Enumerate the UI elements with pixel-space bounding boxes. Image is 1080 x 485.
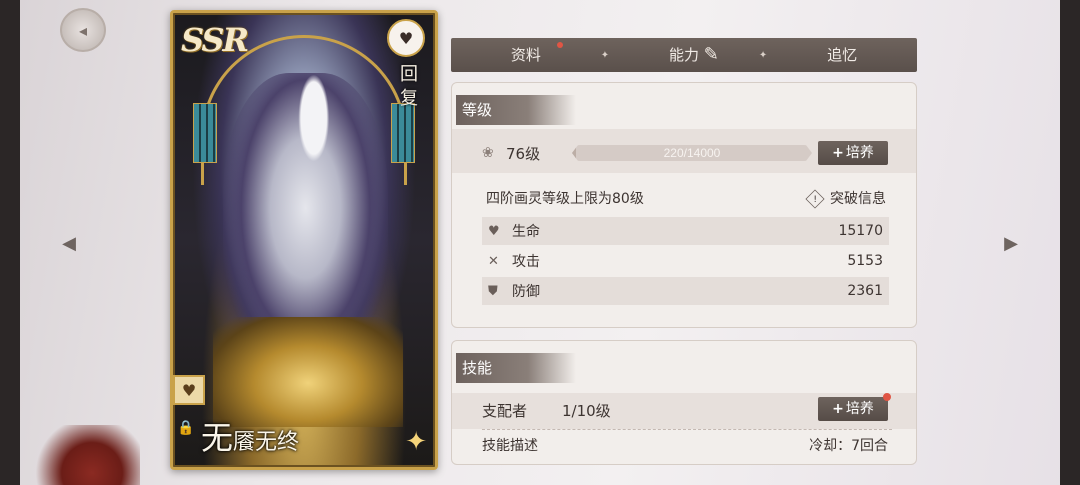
stat-row-defense: ⛊ 防御 2361	[482, 277, 889, 305]
skill-desc-label: 技能描述	[482, 438, 538, 454]
right-edge	[1060, 0, 1080, 485]
back-arrow-icon: ◂	[78, 20, 88, 40]
breakthrough-info-button[interactable]: ! 突破信息	[805, 187, 886, 211]
tab-profile-label: 资料	[510, 46, 541, 64]
tab-bar: 资料 ✦ 能力 ✎ ✦ 追忆	[451, 38, 917, 72]
skill-train-button[interactable]: + 培养	[818, 393, 891, 421]
stat-label: 攻击	[512, 254, 540, 270]
lotus-icon: ❀	[482, 145, 494, 161]
left-edge	[0, 0, 20, 485]
stat-row-attack: ✕ 攻击 5153	[482, 247, 889, 275]
skill-train-label: 培养	[845, 401, 874, 417]
breakthrough-label: 突破信息	[830, 191, 886, 207]
tab-separator: ✦	[758, 49, 768, 61]
stained-glass-right	[391, 103, 415, 163]
heartbeat-icon[interactable]: ♥	[387, 19, 425, 57]
stat-value: 15170	[838, 223, 883, 239]
tab-memory[interactable]: 追忆	[767, 38, 917, 72]
heart-icon: ♥	[181, 380, 197, 400]
stat-label: 生命	[512, 224, 540, 240]
next-character-button[interactable]: ▶	[996, 228, 1026, 258]
prev-character-button[interactable]: ◀	[54, 228, 84, 258]
level-panel: 等级 ❀ 76级 220/14000 + 培养 四阶画灵等级上限为80级 ! 突破信…	[451, 82, 917, 328]
level-cap-row: 四阶画灵等级上限为80级 ! 突破信息	[486, 187, 886, 211]
rose-decoration	[20, 425, 140, 485]
warning-icon: !	[805, 189, 825, 209]
role-label: 回复	[400, 64, 418, 109]
character-name-rest: 餍无终	[233, 430, 300, 455]
skill-panel: 技能 支配者 1/10级 + 培养 技能描述 冷却：7回合	[451, 340, 917, 465]
notification-dot	[556, 42, 563, 48]
stat-value: 2361	[847, 283, 883, 299]
stained-glass-left	[193, 103, 217, 163]
skill-desc-row[interactable]: 技能描述 冷却：7回合	[482, 435, 888, 457]
skill-cooldown: 冷却：7回合	[809, 438, 888, 454]
tab-ability-label: 能力	[668, 46, 699, 64]
sparkle-icon: ✦	[405, 427, 427, 457]
level-section-title: 等级	[456, 95, 576, 125]
stat-row-hp: ♥ 生命 15170	[482, 217, 889, 245]
plus-icon: +	[832, 401, 844, 417]
stat-label: 防御	[512, 284, 540, 300]
gold-treasure-art	[213, 317, 403, 427]
divider	[482, 429, 892, 430]
character-card[interactable]: SSR ♥ 回复 ♥ 🔒 无餍无终 ✦	[170, 10, 438, 470]
tab-ability[interactable]: 能力 ✎	[609, 38, 759, 72]
exp-text: 220/14000	[663, 146, 721, 160]
stat-value: 5153	[847, 253, 883, 269]
swords-icon: ✕	[488, 253, 499, 269]
quill-icon: ✎	[703, 44, 719, 65]
skill-name: 支配者	[482, 402, 528, 420]
lock-icon[interactable]: 🔒	[175, 417, 197, 439]
level-text: 76级	[506, 144, 541, 163]
level-train-label: 培养	[845, 145, 874, 161]
level-train-button[interactable]: + 培养	[818, 141, 888, 165]
level-cap-text: 四阶画灵等级上限为80级	[486, 191, 644, 207]
notification-dot	[883, 393, 891, 401]
exp-progress-bar: 220/14000	[572, 145, 812, 161]
favorite-button[interactable]: ♥	[173, 375, 205, 405]
shield-icon: ⛊	[488, 283, 498, 299]
skill-section-title: 技能	[456, 353, 576, 383]
arrow-right-icon: ▶	[1004, 232, 1018, 254]
tab-memory-label: 追忆	[827, 46, 858, 64]
heart-icon: ♥	[488, 223, 500, 239]
rarity-badge: SSR	[181, 21, 249, 59]
character-name: 无餍无终	[201, 413, 299, 459]
skill-level: 1/10级	[562, 402, 611, 420]
tab-separator: ✦	[600, 49, 610, 61]
plus-icon: +	[832, 145, 844, 161]
back-button[interactable]: ◂	[60, 8, 106, 52]
tab-profile[interactable]: 资料	[451, 38, 601, 72]
arrow-left-icon: ◀	[62, 232, 76, 254]
character-name-first: 无	[201, 419, 234, 457]
